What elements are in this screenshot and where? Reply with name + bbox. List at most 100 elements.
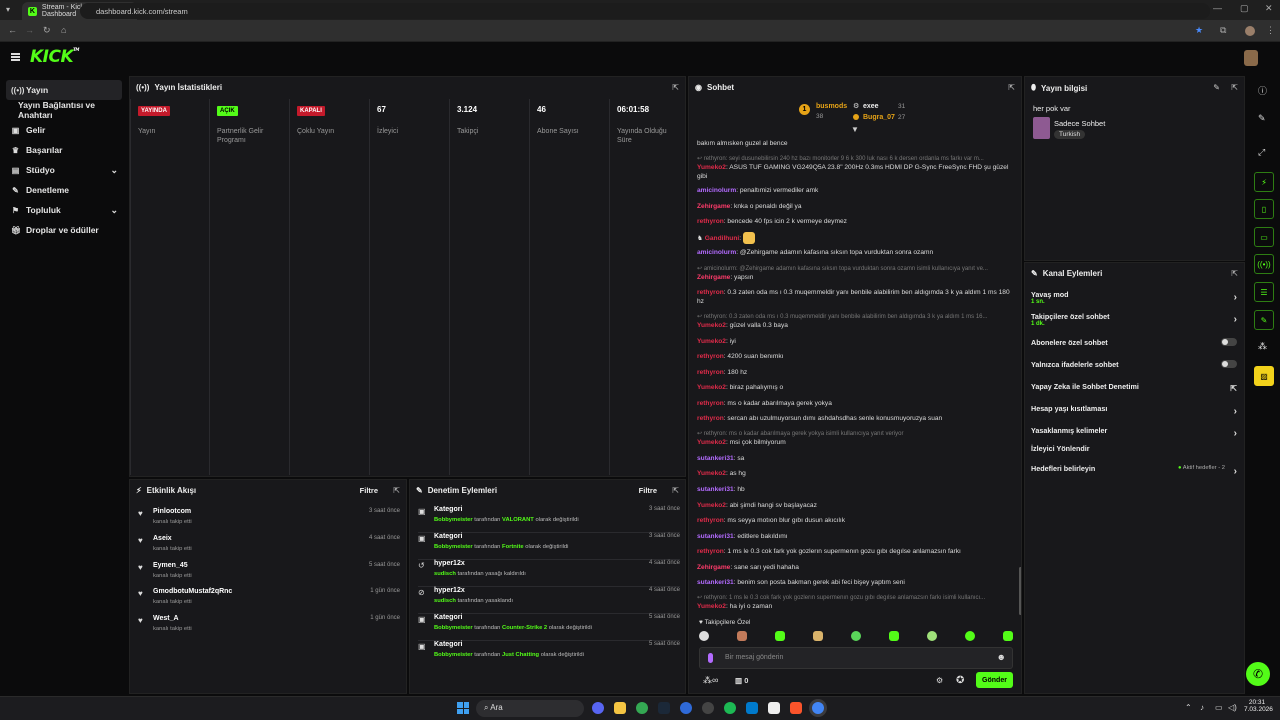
subscribers-only-toggle[interactable] [1221,338,1237,346]
action-followers-only[interactable]: Takipçilere özel sohbet 1 dk. › [1031,312,1237,327]
chat-username[interactable]: rethyron [697,548,724,555]
emoji-icon[interactable]: ☻ [997,652,1006,662]
chat-username[interactable]: Yumeko2 [697,502,726,509]
share-icon[interactable]: ⁂ [1258,341,1267,352]
moderation-item[interactable]: ▣ Kategori 5 saat önce Bobbymeister tara… [418,614,680,641]
moderation-filter-button[interactable]: Filtre [639,486,657,495]
broadcast-icon[interactable]: ((•)) [1254,254,1274,274]
chat-username[interactable]: sutankeri31 [697,579,734,586]
activity-item[interactable]: ♥ GmodbotuMustaf2qRnc kanalı takip etti 1 g… [138,588,400,614]
edit-icon[interactable]: ✎ [1258,113,1266,124]
action-redirect-viewers[interactable]: İzleyici Yönlendir [1031,444,1237,453]
popout-icon[interactable]: ⇱ [393,486,400,495]
vscode-icon[interactable] [746,702,758,714]
moderation-item[interactable]: ▣ Kategori 5 saat önce Bobbymeister tara… [418,641,680,668]
sidebar-item-revenue[interactable]: ▣ Gelir [6,120,122,140]
user-avatar[interactable] [1244,50,1258,66]
chat-username[interactable]: Yumeko2 [697,470,726,477]
chat-username[interactable]: Yumeko2 [697,439,726,446]
popout-icon[interactable]: ⇱ [1231,83,1238,92]
activity-item[interactable]: ♥ Eymen_45 kanalı takip etti 5 saat önce [138,562,400,588]
chat-username[interactable]: Zehirgame [697,564,730,571]
discord-icon[interactable] [592,702,604,714]
chat-input-box[interactable]: Bir mesaj gönderin ☻ [699,647,1013,669]
sidebar-item-community[interactable]: ⚑ Topluluk ⌄ [6,200,122,220]
chat-username[interactable]: rethyron [697,218,724,225]
chrome-active-icon[interactable] [812,702,824,714]
reload-icon[interactable]: ↻ [43,25,51,36]
top-user-name[interactable]: Bugra_07 [863,114,895,121]
brave-icon[interactable] [790,702,802,714]
clapper-icon[interactable]: ▨ [1254,366,1274,386]
bot-icon[interactable]: ✪ [956,675,964,686]
lightning-icon[interactable]: ⚡︎ [1254,172,1274,192]
back-icon[interactable]: ← [8,25,17,35]
chat-input-placeholder[interactable]: Bir mesaj gönderin [725,654,783,661]
settings-icon[interactable]: ⚙ [936,676,943,685]
emotes-only-toggle[interactable] [1221,360,1237,368]
action-slow-mode[interactable]: Yavaş mod 1 sn. › [1031,290,1237,305]
emote-icon[interactable] [813,631,823,641]
popout-icon[interactable]: ⇱ [672,486,679,495]
activity-item[interactable]: ♥ Aseix kanalı takip etti 4 saat önce [138,535,400,561]
url-field[interactable]: dashboard.kick.com/stream [80,3,1210,19]
stack-icon[interactable]: ☰ [1254,282,1274,302]
chat-username[interactable]: rethyron [697,415,724,422]
chat-username[interactable]: Zehirgame [697,203,730,210]
moderation-item[interactable]: ⊘ hyper12x 4 saat önce sudisch tarafında… [418,587,680,614]
volume-icon[interactable]: ◁) [1228,703,1237,712]
chat-username[interactable]: Yumeko2 [697,164,726,171]
browser-menu-icon[interactable]: ⋮ [1266,25,1275,36]
popout-icon[interactable]: ⇱ [672,83,679,92]
support-chat-icon[interactable]: ✆ [1246,662,1270,686]
action-goals[interactable]: Hedefleri belirleyin ● Aktif hedefler - … [1031,464,1237,477]
extensions-icon[interactable]: ⧉ [1220,25,1226,36]
windows-start-icon[interactable] [457,702,469,714]
document-icon[interactable]: ▯ [1254,199,1274,219]
chat-username[interactable]: rethyron [697,517,724,524]
sidebar-item-moderation[interactable]: ✎ Denetleme [6,180,122,200]
emote-icon[interactable] [775,631,785,641]
emote-icon[interactable] [1003,631,1013,641]
steam-icon[interactable] [658,702,670,714]
chat-username[interactable]: Yumeko2 [697,603,726,610]
chat-username[interactable]: rethyron [697,369,724,376]
emote-icon[interactable] [851,631,861,641]
chat-username[interactable]: Zehirgame [697,274,730,281]
chat-username[interactable]: Yumeko2 [697,322,726,329]
clock[interactable]: 20:31 7.03.2026 [1244,699,1273,713]
top-user-name[interactable]: exee [863,103,879,110]
maximize-icon[interactable]: ▢ [1240,3,1249,14]
sidebar-item-stream-key[interactable]: Yayın Bağlantısı ve Anahtarı [6,100,122,120]
chat-username[interactable]: amicinolurm [697,187,736,194]
chat-username[interactable]: rethyron [697,400,724,407]
tray-chevron-icon[interactable]: ⌃ [1185,703,1192,712]
chat-username[interactable]: rethyron [697,289,724,296]
chat-username[interactable]: amicinolurm [697,249,736,256]
home-icon[interactable]: ⌂ [61,25,66,35]
moderation-item[interactable]: ▣ Kategori 3 saat önce Bobbymeister tara… [418,506,680,533]
notion-icon[interactable] [768,702,780,714]
sidebar-item-achievements[interactable]: ♛ Başarılar [6,140,122,160]
activity-filter-button[interactable]: Filtre [360,486,378,495]
chat-username[interactable]: sutankeri31 [697,455,734,462]
emote-icon[interactable] [965,631,975,641]
taskbar-search[interactable]: ⌕ Ara [476,700,584,717]
emote-icon[interactable] [737,631,747,641]
moderation-item[interactable]: ▣ Kategori 3 saat önce Bobbymeister tara… [418,533,680,560]
sidebar-item-stream[interactable]: ((•)) Yayın [6,80,122,100]
chat-username[interactable]: rethyron [697,353,724,360]
emote-icon[interactable] [699,631,709,641]
network-icon[interactable]: ▭ [1215,703,1223,712]
tab-menu-icon[interactable]: ▾ [6,5,10,14]
chat-bubble-icon[interactable]: ▭ [1254,227,1274,247]
top-user-name[interactable]: busmods [816,103,847,110]
activity-item[interactable]: ♥ West_A kanalı takip etti 1 gün önce [138,615,400,641]
spotify-icon[interactable] [724,702,736,714]
moderation-item[interactable]: ↺ hyper12x 4 saat önce sudisch tarafında… [418,560,680,587]
close-window-icon[interactable]: ✕ [1265,3,1273,14]
app-icon[interactable] [702,702,714,714]
file-explorer-icon[interactable] [614,702,626,714]
action-ai-moderation[interactable]: Yapay Zeka ile Sohbet Denetimi ⇱ [1031,382,1237,393]
emote-icon[interactable] [927,631,937,641]
